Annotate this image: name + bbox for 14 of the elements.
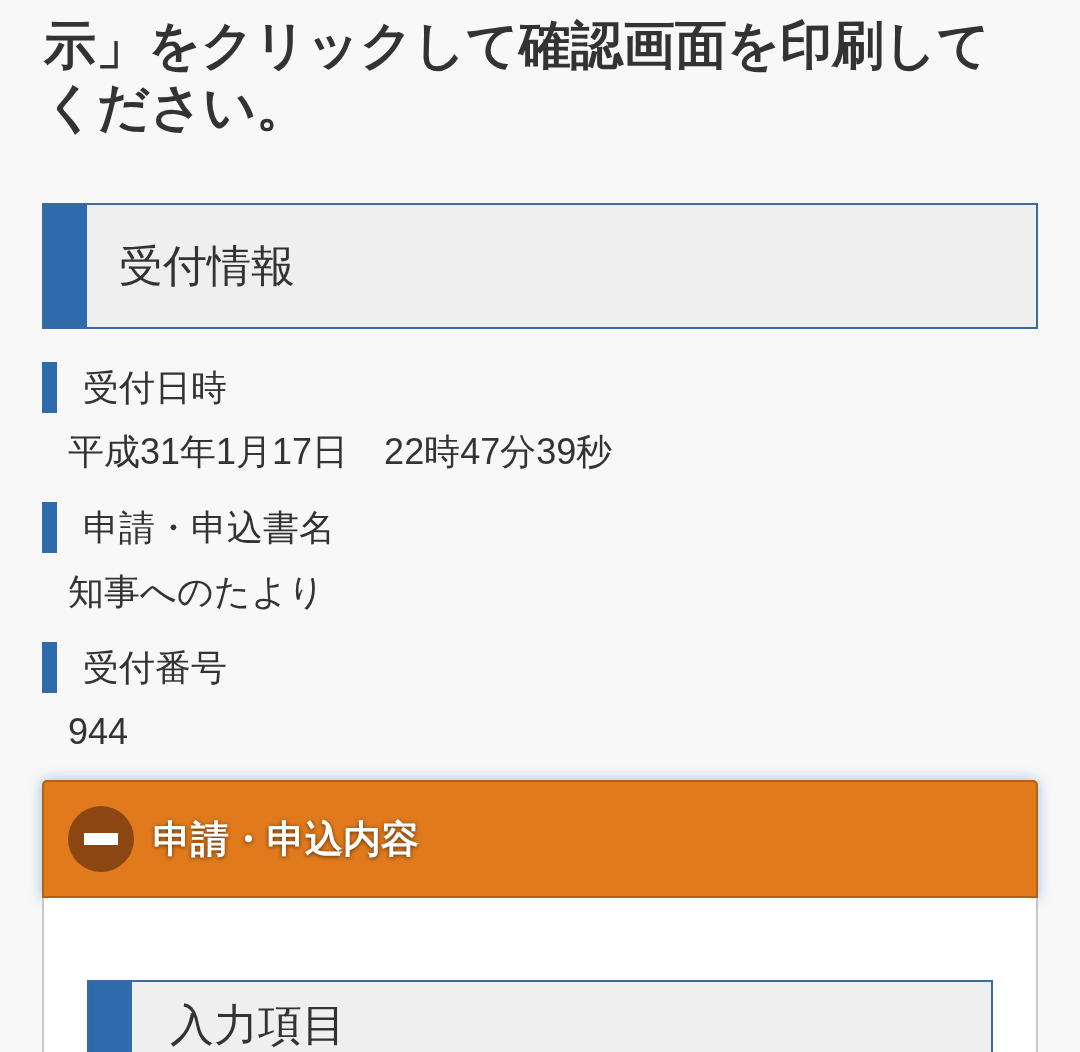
label-marker <box>42 362 57 413</box>
field-value: 944 <box>67 710 130 754</box>
field-label: 受付番号 <box>83 645 227 690</box>
section-title: 受付情報 <box>118 240 295 292</box>
field-label: 受付日時 <box>83 365 227 410</box>
label-marker <box>42 642 57 693</box>
section-title: 入力項目 <box>169 1002 346 1048</box>
accordion-header[interactable]: 申請・申込内容 <box>42 780 1038 898</box>
field-label: 申請・申込書名 <box>83 505 335 550</box>
instruction-text: 示」をクリックして確認画面を印刷してください。 <box>44 15 991 138</box>
field-value: 知事へのたより <box>67 570 326 614</box>
field-value: 平成31年1月17日 22時47分39秒 <box>67 430 614 474</box>
label-marker <box>42 502 57 553</box>
minus-icon <box>68 806 134 872</box>
